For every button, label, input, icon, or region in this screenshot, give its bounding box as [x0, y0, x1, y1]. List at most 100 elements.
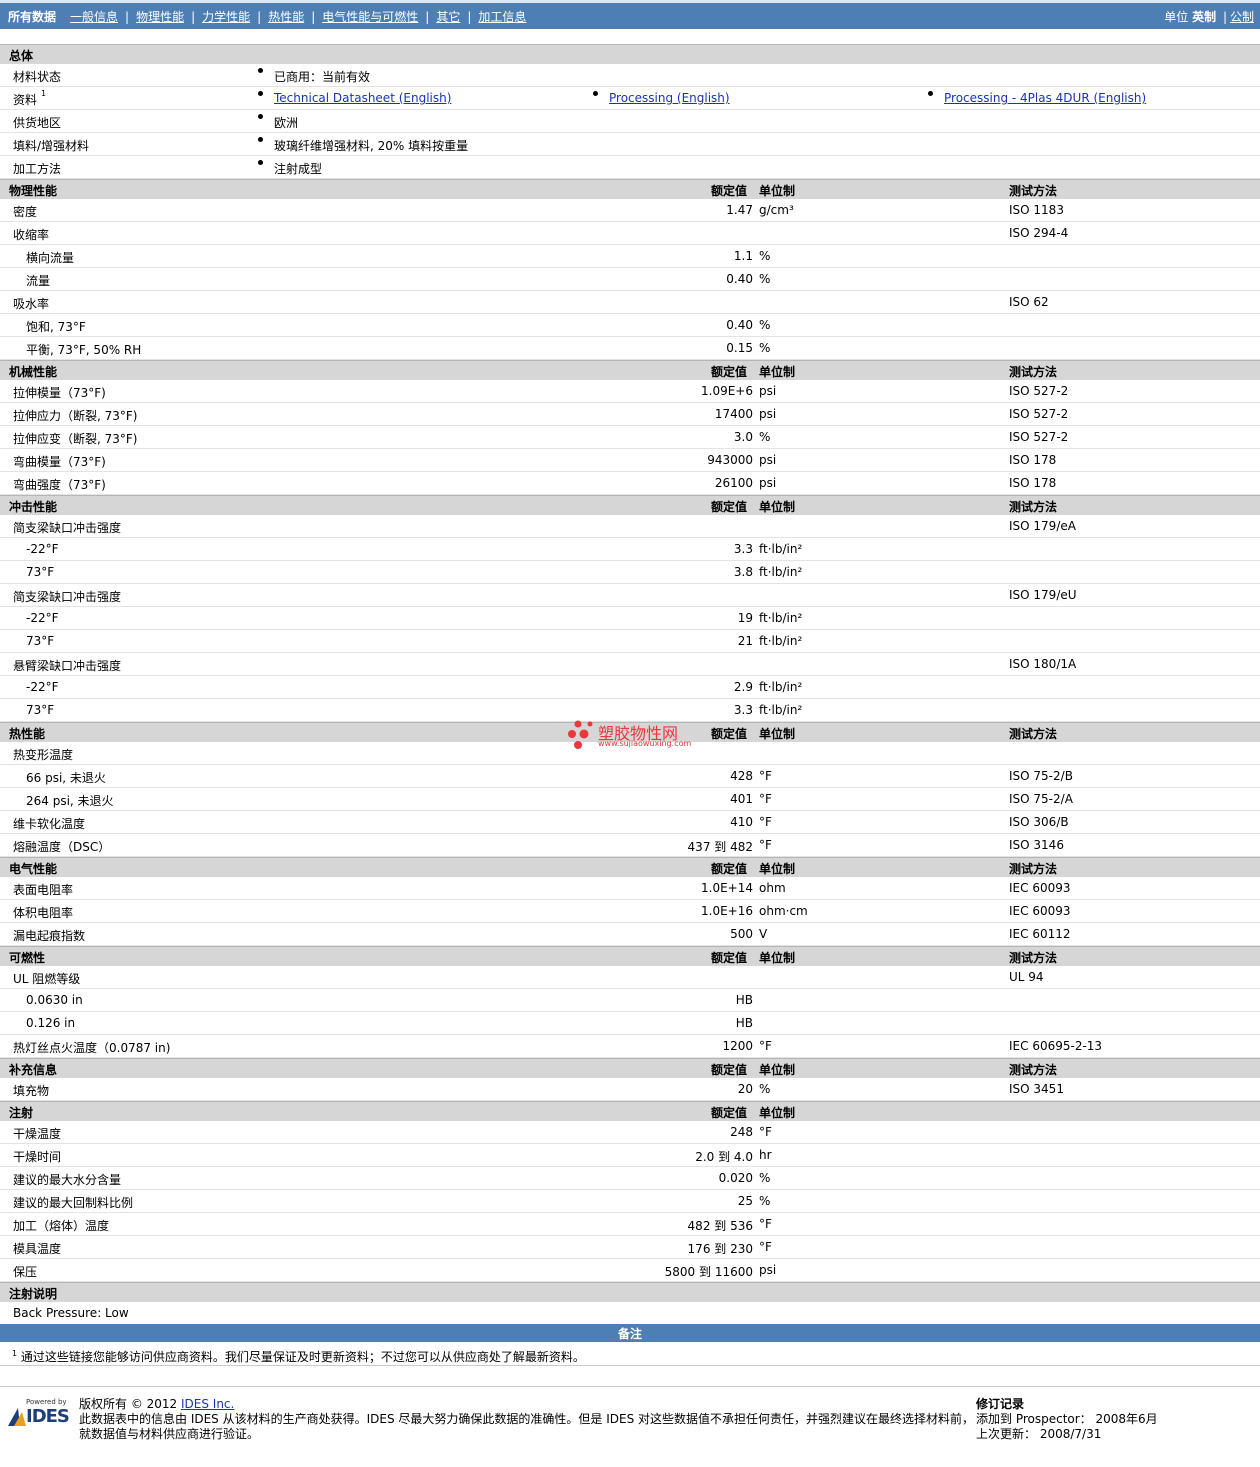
property-value: 26100: [714, 476, 753, 490]
property-label: 熔融温度（DSC）: [13, 840, 111, 854]
general-row: 供货地区 欧洲: [0, 110, 1260, 133]
property-value: 17400: [714, 407, 753, 421]
property-value: HB: [735, 993, 753, 1007]
property-row: 模具温度 176 到 230 °F: [0, 1236, 1260, 1259]
property-unit: °F: [759, 1217, 772, 1231]
property-unit: psi: [759, 476, 777, 490]
property-row: 简支梁缺口冲击强度 ISO 179/eA: [0, 515, 1260, 538]
property-value: 3.8: [733, 565, 753, 579]
column-header-unit: 单位制: [759, 727, 796, 741]
property-row: 干燥温度 248 °F: [0, 1121, 1260, 1144]
tab-2[interactable]: 物理性能: [136, 10, 184, 24]
tab-separator: |: [191, 10, 196, 24]
property-value: 943000: [707, 453, 753, 467]
divider: [0, 1365, 1260, 1366]
property-unit: %: [759, 1171, 771, 1185]
property-value: 1.0E+16: [701, 904, 753, 918]
tab-0[interactable]: 所有数据: [8, 10, 56, 24]
column-header-test: 测试方法: [1009, 500, 1058, 514]
property-value: 248: [730, 1125, 753, 1139]
section-title: 可燃性: [9, 951, 46, 965]
property-row: 0.0630 in HB: [0, 989, 1260, 1012]
property-label: UL 阻燃等级: [13, 972, 81, 986]
property-label: 漏电起痕指数: [13, 929, 86, 943]
row-value: 欧洲: [274, 116, 299, 130]
unit-switcher: 单位 英制 | 公制: [1164, 10, 1254, 24]
property-label: 建议的最大回制料比例: [13, 1196, 134, 1210]
property-row: -22°F 2.9 ft·lb/in²: [0, 676, 1260, 699]
tab-5[interactable]: 电气性能与可燃性: [322, 10, 418, 24]
footnote-text: 通过这些链接您能够访问供应商资料。我们尽量保证及时更新资料；不过您可以从供应商处…: [20, 1350, 585, 1364]
row-label: 材料状态: [13, 70, 62, 84]
property-value: 500: [730, 927, 753, 941]
datasheet-link-0[interactable]: Technical Datasheet (English): [274, 91, 451, 105]
property-value: 1.0E+14: [701, 881, 753, 895]
units-metric-link[interactable]: 公制: [1230, 10, 1254, 24]
property-label: -22°F: [26, 680, 59, 694]
column-header-unit: 单位制: [759, 862, 796, 876]
test-method: ISO 75-2/B: [1009, 769, 1073, 783]
column-header-unit: 单位制: [759, 184, 796, 198]
tab-3[interactable]: 力学性能: [202, 10, 250, 24]
column-header-nominal: 额定值: [711, 1106, 748, 1120]
property-row: 悬臂梁缺口冲击强度 ISO 180/1A: [0, 653, 1260, 676]
property-value: 428: [730, 769, 753, 783]
property-label: 饱和, 73°F: [26, 320, 86, 334]
tab-4[interactable]: 热性能: [268, 10, 304, 24]
section-title: 电气性能: [9, 862, 58, 876]
property-value: 0.15: [726, 341, 753, 355]
footnote: 1 通过这些链接您能够访问供应商资料。我们尽量保证及时更新资料；不过您可以从供应…: [12, 1348, 585, 1365]
bullet-icon: [593, 91, 598, 96]
test-method: ISO 178: [1009, 476, 1057, 490]
test-method: ISO 1183: [1009, 203, 1064, 217]
property-row: 66 psi, 未退火 428 °F ISO 75-2/B: [0, 765, 1260, 788]
test-method: ISO 75-2/A: [1009, 792, 1073, 806]
property-row: 0.126 in HB: [0, 1012, 1260, 1035]
property-unit: hr: [759, 1148, 772, 1162]
property-label: 73°F: [26, 634, 55, 648]
tab-6[interactable]: 其它: [436, 10, 460, 24]
column-header-test: 测试方法: [1009, 951, 1058, 965]
property-row: 表面电阻率 1.0E+14 ohm IEC 60093: [0, 877, 1260, 900]
tab-separator: |: [257, 10, 262, 24]
property-value: HB: [735, 1016, 753, 1030]
watermark-url: www.sujiaowuxing.com: [598, 739, 692, 748]
test-method: ISO 3146: [1009, 838, 1064, 852]
property-unit: °F: [759, 1125, 772, 1139]
property-row: 弯曲模量（73°F) 943000 psi ISO 178: [0, 449, 1260, 472]
property-unit: ft·lb/in²: [759, 703, 803, 717]
test-method: ISO 179/eU: [1009, 588, 1077, 602]
datasheet-link-1[interactable]: Processing (English): [609, 91, 730, 105]
general-row: 材料状态 已商用：当前有效: [0, 64, 1260, 87]
section-title: 热性能: [9, 727, 46, 741]
section-title: 机械性能: [9, 365, 58, 379]
property-label: 流量: [26, 274, 51, 288]
units-imperial[interactable]: 英制: [1192, 10, 1216, 24]
ides-link[interactable]: IDES Inc.: [181, 1397, 234, 1411]
test-method: ISO 527-2: [1009, 384, 1069, 398]
section-header: 注射说明: [0, 1282, 1260, 1302]
tab-1[interactable]: 一般信息: [70, 10, 118, 24]
property-row: 73°F 3.8 ft·lb/in²: [0, 561, 1260, 584]
property-value: 1.1: [733, 249, 753, 263]
tab-7[interactable]: 加工信息: [478, 10, 526, 24]
property-label: 吸水率: [13, 297, 50, 311]
property-label: 悬臂梁缺口冲击强度: [13, 659, 122, 673]
property-label: 密度: [13, 205, 38, 219]
property-label: 简支梁缺口冲击强度: [13, 521, 122, 535]
property-label: 拉伸应变（断裂, 73°F): [13, 432, 138, 446]
property-row: 建议的最大回制料比例 25%: [0, 1190, 1260, 1213]
section-header: 冲击性能 额定值 单位制 测试方法: [0, 495, 1260, 515]
datasheet-link-2[interactable]: Processing - 4Plas 4DUR (English): [944, 91, 1146, 105]
watermark: 塑胶物性网 www.sujiaowuxing.com: [566, 718, 706, 752]
property-label: 横向流量: [26, 251, 75, 265]
property-label: 简支梁缺口冲击强度: [13, 590, 122, 604]
property-value: 482 到 536: [687, 1219, 753, 1233]
section-title: 总体: [9, 49, 34, 63]
property-row: Back Pressure: Low: [0, 1302, 1260, 1325]
general-row: 资料 1 Technical Datasheet (English) Processi…: [0, 87, 1260, 110]
property-row: 加工（熔体）温度 482 到 536 °F: [0, 1213, 1260, 1236]
column-header-test: 测试方法: [1009, 365, 1058, 379]
property-value: 2.0 到 4.0: [695, 1150, 753, 1164]
property-unit: V: [759, 927, 768, 941]
